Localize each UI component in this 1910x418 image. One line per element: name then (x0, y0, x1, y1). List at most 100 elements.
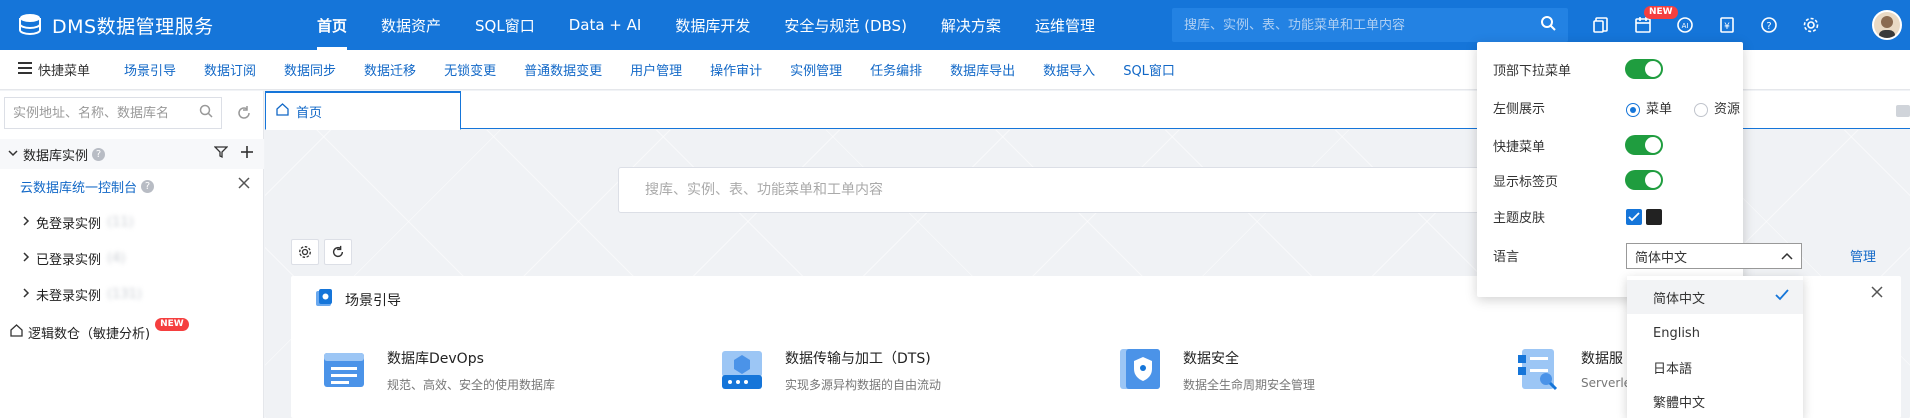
feature-desc: Serverle (1581, 376, 1632, 390)
feature-dts[interactable]: 数据传输与加工（DTS) 实现多源异构数据的自由流动 (719, 346, 941, 393)
nav-sql-window[interactable]: SQL窗口 (458, 0, 552, 50)
radio-label: 资源 (1714, 102, 1741, 117)
quick-item-scene[interactable]: 场景引导 (110, 60, 190, 79)
feature-desc: 数据全生命周期安全管理 (1183, 378, 1316, 392)
hamburger-icon (18, 61, 32, 78)
nav-ops[interactable]: 运维管理 (1018, 0, 1112, 50)
global-search-input[interactable] (1184, 17, 1540, 33)
tree-item-label: 免登录实例 (36, 217, 102, 232)
feature-devops[interactable]: 数据库DevOps 规范、高效、安全的使用数据库 (321, 346, 555, 393)
nav-home[interactable]: 首页 (300, 0, 364, 50)
help-icon[interactable]: ? (1748, 0, 1790, 50)
global-search[interactable] (1172, 8, 1568, 42)
theme-dark-swatch[interactable] (1646, 209, 1662, 225)
quick-item-sql[interactable]: SQL窗口 (1109, 60, 1189, 79)
chevron-down-icon[interactable] (8, 147, 18, 162)
instance-search-input[interactable] (13, 105, 199, 121)
toggle-show-tabs[interactable] (1625, 170, 1663, 190)
settings-button[interactable] (291, 239, 319, 265)
nav-data-assets[interactable]: 数据资产 (364, 0, 458, 50)
setting-language-label: 语言 (1493, 250, 1520, 265)
language-option-zh-tw[interactable]: 繁體中文 (1627, 384, 1803, 418)
app-name: DMS数据管理服务 (52, 15, 214, 38)
radio-button[interactable] (1694, 102, 1708, 117)
svg-text:?: ? (1766, 21, 1771, 32)
language-value: 简体中文 (1635, 250, 1688, 266)
nav-db-dev[interactable]: 数据库开发 (658, 0, 767, 50)
cloud-console-link[interactable]: 云数据库统一控制台 ? (20, 177, 155, 196)
nav-security[interactable]: 安全与规范 (DBS) (767, 0, 924, 50)
instance-count: (131) (107, 287, 142, 302)
quick-item-subscribe[interactable]: 数据订阅 (190, 60, 270, 79)
chevron-right-icon (22, 287, 30, 302)
feature-name: 数据传输与加工（DTS) (785, 351, 931, 367)
quick-item-users[interactable]: 用户管理 (616, 60, 696, 79)
close-icon[interactable] (238, 177, 250, 193)
tree-item-free-login[interactable]: 免登录实例 (11) (22, 213, 134, 232)
tree-item-not-logged-in[interactable]: 未登录实例 (131) (22, 285, 142, 304)
close-icon[interactable] (1871, 286, 1883, 302)
database-logo-icon (16, 11, 44, 39)
quick-item-audit[interactable]: 操作审计 (696, 60, 776, 79)
check-icon (1775, 289, 1789, 305)
search-icon[interactable] (1540, 15, 1556, 35)
home-search[interactable] (618, 167, 1508, 213)
feature-security[interactable]: 数据安全 数据全生命周期安全管理 (1117, 346, 1315, 393)
feature-name: 数据库DevOps (387, 351, 484, 367)
tree-item-logged-in[interactable]: 已登录实例 (4) (22, 249, 125, 268)
quick-item-instances[interactable]: 实例管理 (776, 60, 856, 79)
theme-blue-swatch[interactable] (1626, 209, 1642, 225)
toggle-top-menu[interactable] (1625, 59, 1663, 79)
setting-top-menu-label: 顶部下拉菜单 (1493, 64, 1572, 79)
quick-item-data-change[interactable]: 普通数据变更 (510, 60, 616, 79)
quick-item-orchestration[interactable]: 任务编排 (856, 60, 936, 79)
setting-theme-label: 主题皮肤 (1493, 211, 1546, 226)
language-option-en[interactable]: English (1627, 316, 1803, 350)
guide-icon (313, 287, 335, 313)
language-select[interactable]: 简体中文 (1626, 243, 1802, 269)
quick-item-import[interactable]: 数据导入 (1029, 60, 1109, 79)
shield-icon (1117, 346, 1163, 392)
logic-warehouse-item[interactable]: 逻辑数仓（敏捷分析) NEW (10, 318, 189, 342)
question-icon[interactable]: ? (141, 180, 155, 193)
logo[interactable]: DMS数据管理服务 (16, 11, 214, 39)
refresh-button[interactable] (324, 239, 352, 265)
quick-menu-toggle[interactable]: 快捷菜单 (0, 60, 110, 79)
nav-solutions[interactable]: 解决方案 (924, 0, 1018, 50)
filter-icon[interactable] (213, 145, 229, 163)
refresh-button[interactable] (228, 97, 260, 129)
quick-item-sync[interactable]: 数据同步 (270, 60, 350, 79)
quick-item-export[interactable]: 数据库导出 (936, 60, 1029, 79)
sidebar: 数据库实例 ? 云数据库统一控制台 ? 免登录实例 (11) 已登录实例 (4)… (0, 91, 264, 418)
main-nav: 首页 数据资产 SQL窗口 Data + AI 数据库开发 安全与规范 (DBS… (300, 0, 1112, 50)
radio-menu[interactable]: 菜单 (1626, 98, 1672, 117)
language-option-ja[interactable]: 日本語 (1627, 350, 1803, 384)
language-option-zh-cn[interactable]: 简体中文 (1627, 280, 1803, 314)
nav-data-ai[interactable]: Data + AI (552, 0, 659, 50)
quick-menu-label: 快捷菜单 (38, 64, 91, 79)
toggle-quick-menu[interactable] (1625, 135, 1663, 155)
avatar[interactable] (1872, 10, 1902, 40)
quick-item-lockless[interactable]: 无锁变更 (430, 60, 510, 79)
tab-more-icon[interactable] (1896, 105, 1910, 117)
home-search-input[interactable] (645, 182, 1481, 198)
radio-resource[interactable]: 资源 (1694, 98, 1740, 117)
settings-gear-icon[interactable] (1790, 0, 1832, 50)
chevron-right-icon (22, 251, 30, 266)
instance-tree-header: 数据库实例 ? (0, 139, 264, 169)
tab-home[interactable]: 首页 (265, 91, 461, 130)
feature-name: 数据服 (1581, 351, 1623, 367)
add-icon[interactable] (240, 145, 254, 163)
card-title: 场景引导 (313, 287, 401, 313)
tree-item-label: 已登录实例 (36, 253, 102, 268)
instance-manage-link[interactable]: 管理 (1850, 246, 1876, 265)
feature-data-service[interactable]: 数据服 Serverle (1515, 346, 1631, 392)
feature-desc: 实现多源异构数据的自由流动 (785, 378, 942, 392)
instance-search[interactable] (4, 97, 222, 129)
search-icon[interactable] (199, 104, 213, 122)
question-icon[interactable]: ? (92, 147, 106, 161)
radio-button[interactable] (1626, 102, 1640, 117)
home-icon (276, 102, 289, 120)
quick-item-migrate[interactable]: 数据迁移 (350, 60, 430, 79)
cloud-console-label: 云数据库统一控制台 (20, 181, 138, 196)
